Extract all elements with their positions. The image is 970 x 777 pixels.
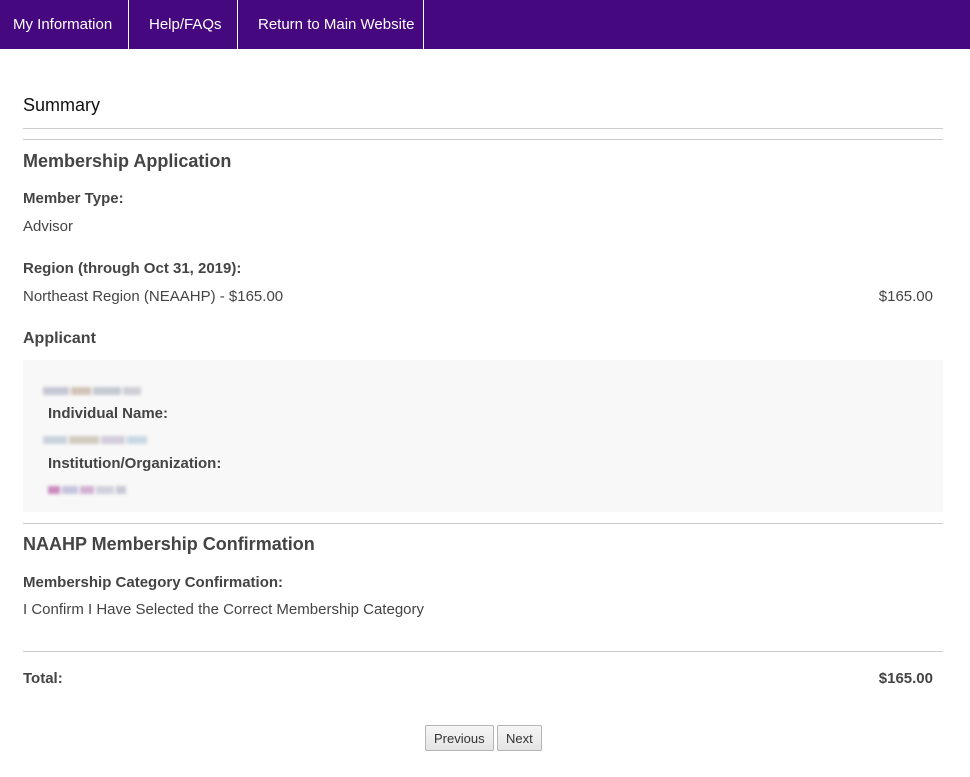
divider <box>23 523 943 524</box>
nav-return-main-website[interactable]: Return to Main Website <box>238 0 424 49</box>
member-type-value: Advisor <box>23 218 74 235</box>
divider <box>23 651 943 652</box>
redacted-applicant-name <box>43 382 143 395</box>
membership-category-label: Membership Category Confirmation: <box>23 574 284 591</box>
region-value: Northeast Region (NEAAHP) - $165.00 <box>23 288 284 305</box>
redacted-individual-name <box>43 431 149 444</box>
previous-button[interactable]: Previous <box>425 725 494 751</box>
divider <box>23 128 943 129</box>
next-button[interactable]: Next <box>497 725 542 751</box>
nav-my-information[interactable]: My Information <box>0 0 129 49</box>
page-title: Summary <box>23 95 101 115</box>
membership-category-value: I Confirm I Have Selected the Correct Me… <box>23 601 424 618</box>
redacted-institution <box>48 481 128 494</box>
confirmation-title: NAAHP Membership Confirmation <box>23 534 315 554</box>
region-label: Region (through Oct 31, 2019): <box>23 260 242 277</box>
top-navbar: My Information Help/FAQs Return to Main … <box>0 0 970 49</box>
total-label: Total: <box>23 670 63 687</box>
member-type-label: Member Type: <box>23 190 124 207</box>
institution-label: Institution/Organization: <box>48 455 222 472</box>
nav-help-faqs[interactable]: Help/FAQs <box>129 0 238 49</box>
membership-application-title: Membership Application <box>23 151 232 171</box>
divider <box>23 139 943 140</box>
individual-name-label: Individual Name: <box>48 405 169 422</box>
applicant-title: Applicant <box>23 330 96 347</box>
region-amount: $165.00 <box>878 288 933 305</box>
applicant-details-box: Individual Name: Institution/Organizatio… <box>23 360 943 512</box>
total-amount: $165.00 <box>878 670 933 687</box>
